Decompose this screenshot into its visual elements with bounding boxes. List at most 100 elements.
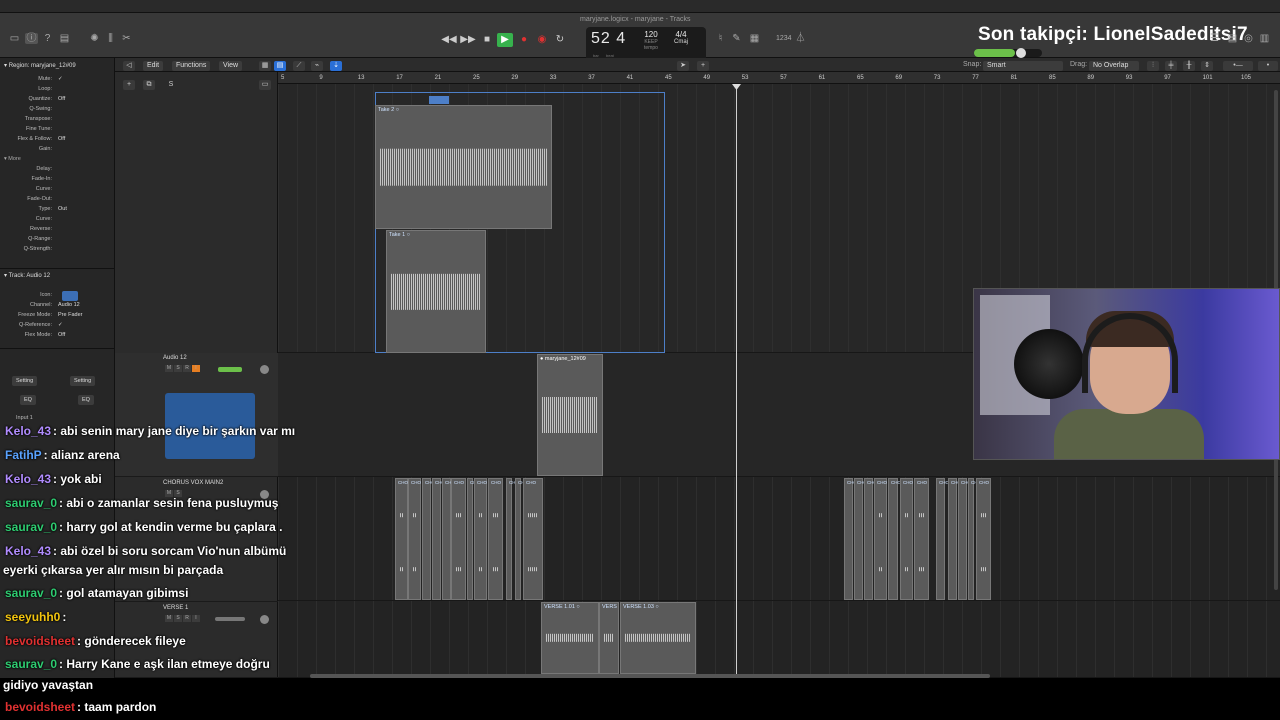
inspector-row[interactable]: Icon: xyxy=(0,292,110,300)
inspector-row[interactable]: Q-Range: xyxy=(0,236,110,244)
inspector-value[interactable]: Off xyxy=(58,96,65,102)
toolbar-icon[interactable]: ▤ xyxy=(58,33,71,44)
track-name[interactable]: Audio 12 xyxy=(163,355,187,361)
pointer-tool-icon[interactable]: ➤ xyxy=(677,61,689,71)
inspector-value[interactable]: Off xyxy=(58,332,65,338)
library-icon[interactable]: ▭ xyxy=(8,33,21,44)
browser-icon[interactable]: ▥ xyxy=(1258,33,1271,44)
take-marker[interactable] xyxy=(429,96,449,104)
track-name[interactable]: CHORUS VOX MAIN2 xyxy=(163,480,223,486)
editors-icon[interactable]: ✂ xyxy=(120,33,133,44)
pencil-icon[interactable]: ✎ xyxy=(730,33,743,44)
list-editors-icon[interactable]: ☰ xyxy=(1208,33,1221,44)
chorus-region[interactable]: CHO xyxy=(844,478,857,600)
read-button[interactable]: R xyxy=(183,365,191,372)
automation-icon[interactable]: ⟋ xyxy=(293,61,305,71)
inspector-row[interactable]: Mute: ✓ xyxy=(0,76,110,84)
setting-right-button[interactable]: Setting xyxy=(70,376,96,386)
inspector-icon[interactable]: ⓘ xyxy=(25,33,38,44)
take-1-region[interactable]: Take 1 ○ xyxy=(386,230,486,353)
input-label[interactable]: Input 1 xyxy=(16,415,33,421)
vertical-zoom-icon[interactable]: ╪ xyxy=(1165,61,1177,71)
verse-1-02-region[interactable]: VERS xyxy=(599,602,619,674)
horizontal-zoom-icon[interactable]: ╫ xyxy=(1183,61,1195,71)
chorus-region[interactable]: CHO xyxy=(948,478,961,600)
inspector-value[interactable]: Pre Fader xyxy=(58,312,82,318)
inspector-row[interactable]: Fade-Out: xyxy=(0,196,110,204)
inspector-row[interactable]: Reverse: xyxy=(0,226,110,234)
tuner-icon[interactable]: ♮ xyxy=(714,33,727,44)
bar-ruler[interactable]: 5 9 13 17 21 25 29 33 37 41 45 49 53 57 61 65 69 73 77 81 85… xyxy=(278,72,1280,84)
pan-knob[interactable] xyxy=(260,365,269,374)
inspector-row[interactable]: Gain: xyxy=(0,146,110,154)
notepad-icon[interactable]: ▤ xyxy=(1226,33,1239,44)
inspector-row[interactable]: Flex & Follow: Off xyxy=(0,136,110,144)
track-audio-12[interactable]: Audio 12 MSRI xyxy=(115,353,278,477)
chorus-region[interactable]: CHO xyxy=(395,478,408,600)
zoom-slider[interactable]: •— xyxy=(1223,61,1253,71)
inspector-value[interactable]: ✓ xyxy=(58,322,63,328)
chorus-region[interactable]: CHO xyxy=(474,478,487,600)
drag-select[interactable]: No Overlap xyxy=(1089,61,1139,71)
inspector-value[interactable]: ✓ xyxy=(58,76,63,82)
count-in-icon[interactable]: ▦ xyxy=(748,33,761,44)
flex-icon[interactable]: ⌁ xyxy=(311,61,323,71)
chorus-region[interactable]: CHO xyxy=(408,478,421,600)
capture-record-icon[interactable]: ◉ xyxy=(534,33,550,47)
playhead[interactable] xyxy=(736,84,737,678)
take-2-region[interactable]: Take 2 ○ xyxy=(375,105,552,229)
inspector-value[interactable]: Out xyxy=(58,206,67,212)
mute-button[interactable]: M xyxy=(165,615,173,622)
stop-icon[interactable]: ■ xyxy=(479,33,495,47)
read-button[interactable]: R xyxy=(183,615,191,622)
inspector-row[interactable]: Q-Strength: xyxy=(0,246,110,254)
inspector-row[interactable]: Q-Reference: ✓ xyxy=(0,322,110,330)
inspector-row[interactable]: Curve: xyxy=(0,216,110,224)
chorus-region[interactable]: CHO xyxy=(488,478,503,600)
inspector-row[interactable]: Fade-In: xyxy=(0,176,110,184)
verse-1-03-region[interactable]: VERSE 1.03 ○ xyxy=(620,602,696,674)
solo-filter-button[interactable]: S xyxy=(165,80,177,90)
waveform-zoom-icon[interactable]: ⫶ xyxy=(1147,61,1159,71)
mixer-icon[interactable]: ⫼ xyxy=(104,33,117,44)
metronome-icon[interactable]: ⏃ xyxy=(794,33,807,44)
inspector-region-header[interactable]: ▾ Region: maryjane_12#09 xyxy=(4,62,76,69)
inspector-row[interactable]: Delay: xyxy=(0,166,110,174)
master-volume-slider[interactable] xyxy=(974,48,1042,58)
inspector-row[interactable]: Quantize: Off xyxy=(0,96,110,104)
chorus-region[interactable]: CHO xyxy=(936,478,949,600)
inspector-row[interactable]: Channel: Audio 12 xyxy=(0,302,110,310)
functions-menu[interactable]: Functions xyxy=(172,61,211,71)
play-button[interactable]: ▶ xyxy=(497,33,513,47)
snap-select[interactable]: Smart xyxy=(983,61,1063,71)
zoom-stepper-icon[interactable]: ⇕ xyxy=(1201,61,1213,71)
eq-left-button[interactable]: EQ xyxy=(20,395,36,405)
list-view-icon[interactable]: ▤ xyxy=(274,61,286,71)
inspector-value[interactable]: Audio 12 xyxy=(58,302,80,308)
forward-icon[interactable]: ▶▶ xyxy=(460,33,476,47)
inspector-row[interactable]: Flex Mode: Off xyxy=(0,332,110,340)
chorus-region[interactable]: CHO xyxy=(864,478,877,600)
zoom-slider-2[interactable]: • xyxy=(1258,61,1278,71)
chorus-region[interactable]: CHO xyxy=(968,478,981,600)
inspector-track-header[interactable]: ▾ Track: Audio 12 xyxy=(4,272,50,279)
track-volume-slider[interactable] xyxy=(215,617,245,621)
loop-browser-icon[interactable]: ◎ xyxy=(1242,33,1255,44)
edit-menu[interactable]: Edit xyxy=(143,61,164,71)
inspector-more-header[interactable]: ▾ More xyxy=(4,156,21,162)
view-menu[interactable]: View xyxy=(219,61,243,71)
inspector-row[interactable]: Transpose: xyxy=(0,116,110,124)
cycle-icon[interactable]: ↻ xyxy=(552,33,568,47)
chorus-region[interactable]: CHO xyxy=(958,478,971,600)
duplicate-track-icon[interactable]: ⧉ xyxy=(143,80,155,90)
input-monitor-button[interactable]: I xyxy=(192,365,200,372)
chorus-region[interactable]: CHO xyxy=(515,478,528,600)
chorus-region[interactable]: CHO xyxy=(432,478,445,600)
maryjane-region[interactable]: ● maryjane_12#09 xyxy=(537,354,603,476)
inspector-row[interactable]: Freeze Mode: Pre Fader xyxy=(0,312,110,320)
chorus-region[interactable]: CHO xyxy=(451,478,466,600)
mute-button[interactable]: M xyxy=(165,365,173,372)
inspector-row[interactable]: Loop: xyxy=(0,86,110,94)
pencil-tool-icon[interactable]: + xyxy=(697,61,709,71)
chorus-region[interactable]: CHO xyxy=(467,478,480,600)
